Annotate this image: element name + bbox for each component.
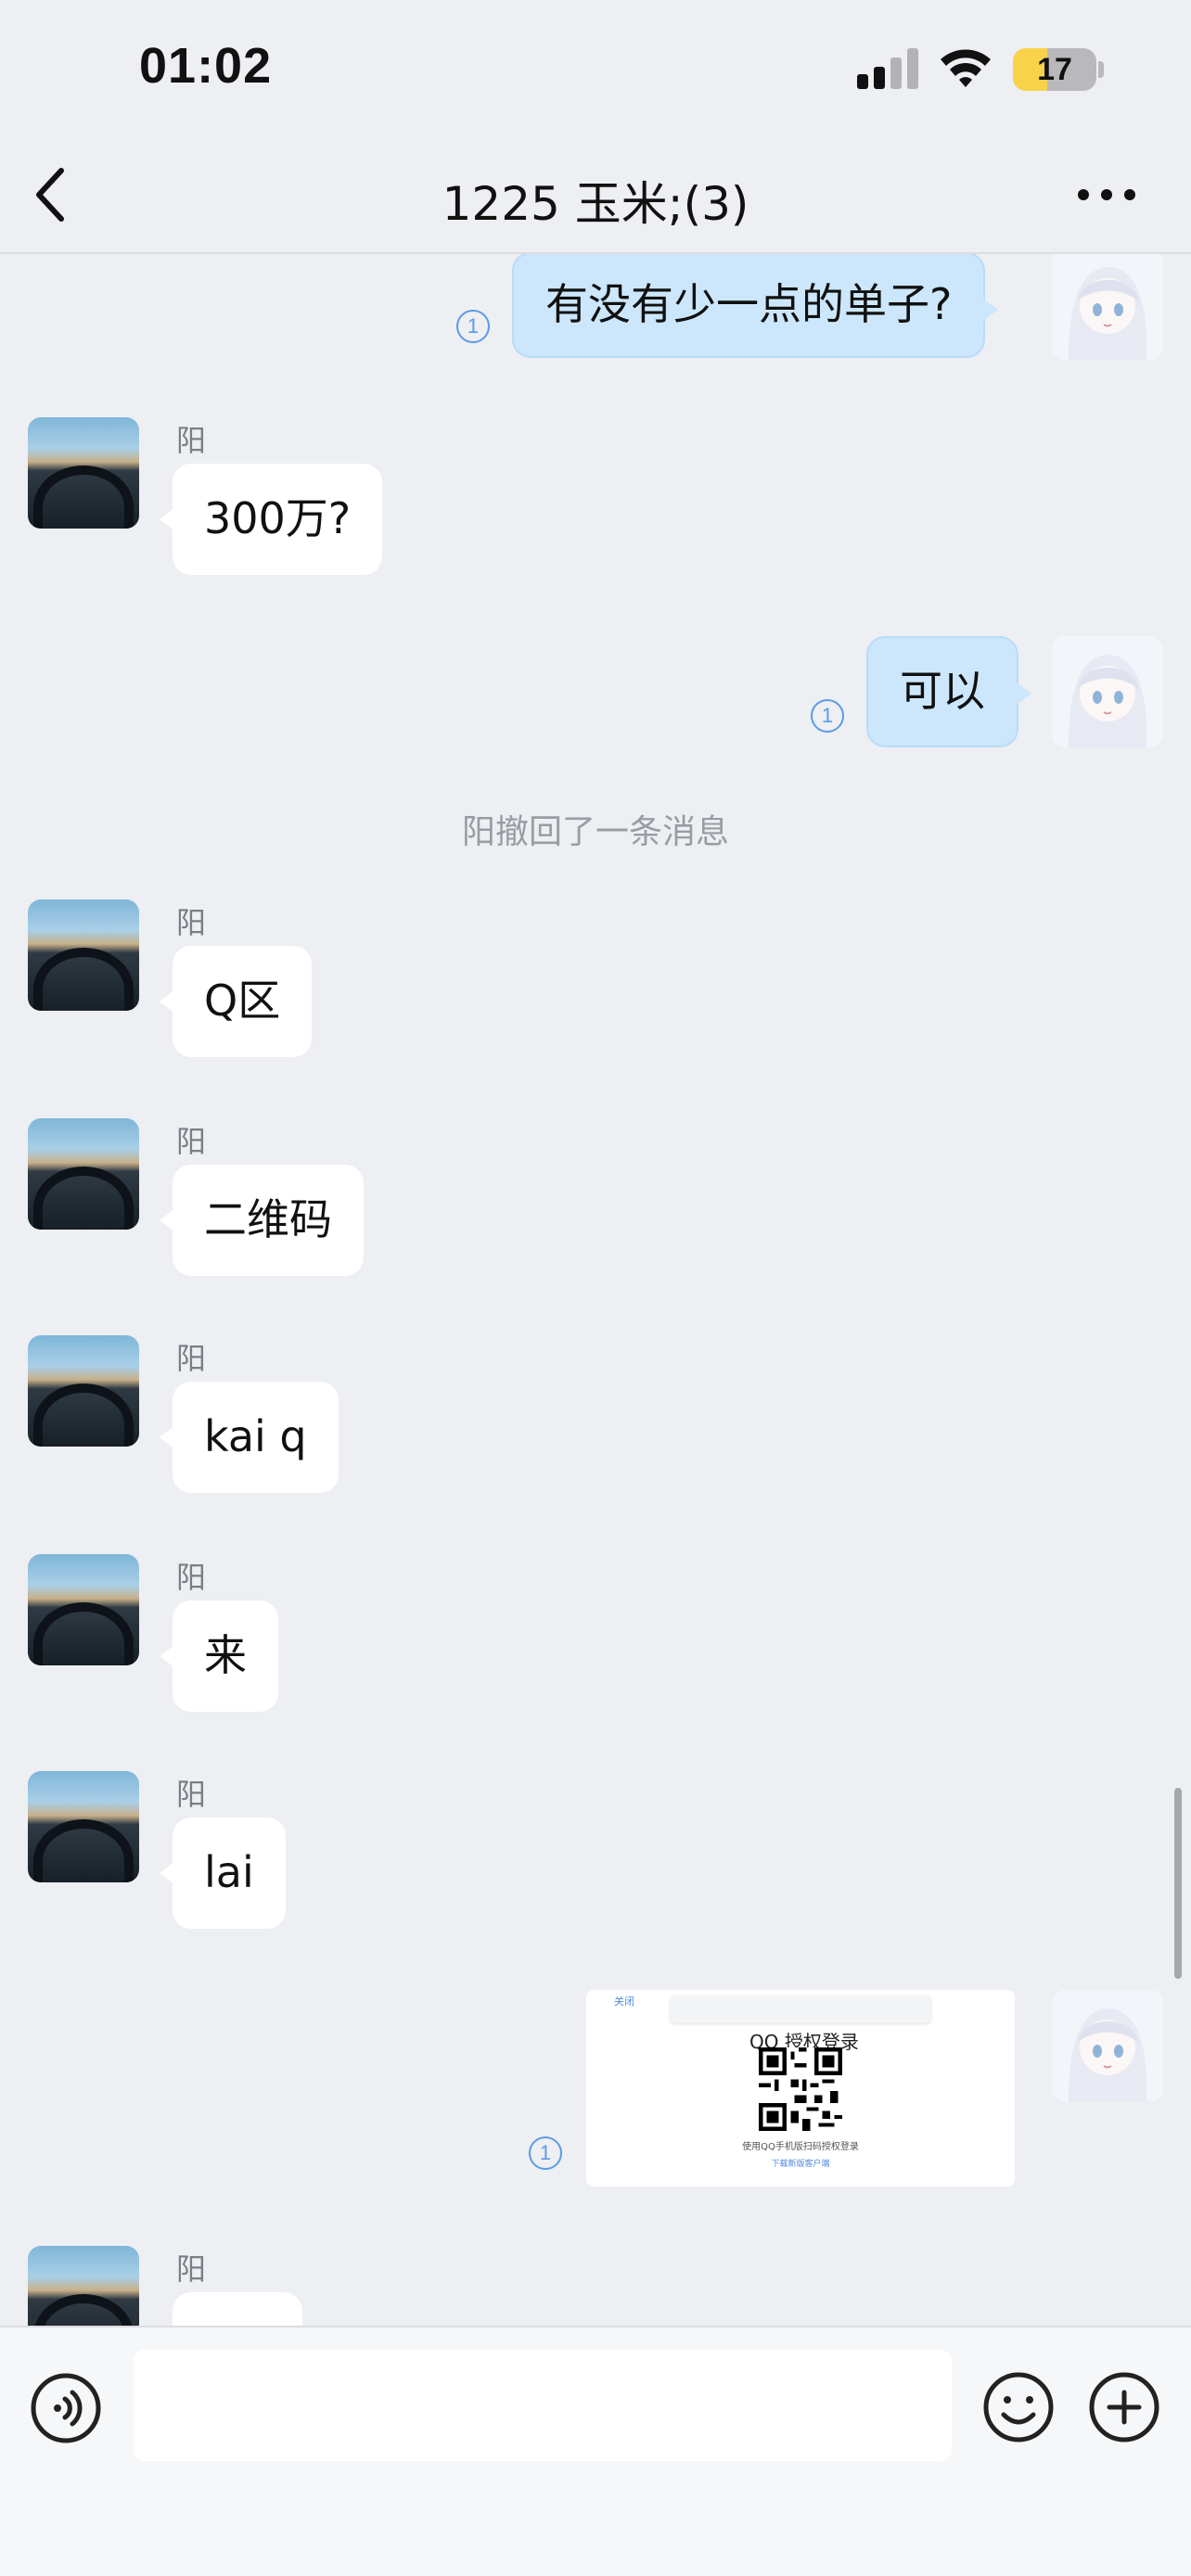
sender-name: 阳 bbox=[176, 1560, 207, 1595]
voice-input-icon[interactable] bbox=[30, 2372, 102, 2444]
read-receipt-badge[interactable]: 1 bbox=[811, 699, 844, 733]
message-text: 300万? bbox=[204, 493, 352, 544]
contact-avatar[interactable] bbox=[28, 1771, 139, 1882]
self-avatar[interactable] bbox=[1052, 636, 1163, 747]
status-bar: 01:02 17 bbox=[0, 0, 1191, 139]
message-text: kai q bbox=[204, 1411, 307, 1462]
outgoing-message-bubble[interactable]: 有没有少一点的单子? bbox=[512, 254, 999, 358]
contact-avatar[interactable] bbox=[28, 1554, 139, 1665]
add-attachment-icon[interactable] bbox=[1087, 2370, 1161, 2444]
message-text: 二维码 bbox=[204, 1194, 332, 1245]
incoming-message-bubble[interactable] bbox=[173, 2292, 302, 2326]
contact-avatar[interactable] bbox=[28, 1335, 139, 1447]
read-receipt-badge[interactable]: 1 bbox=[529, 2136, 562, 2170]
battery-icon: 17 bbox=[1013, 48, 1096, 91]
chat-title: 1225 玉米;(3) bbox=[442, 177, 749, 231]
anime-girl-avatar-icon bbox=[1052, 1990, 1163, 2101]
sender-name: 阳 bbox=[176, 1341, 207, 1376]
incoming-message-bubble[interactable]: lai bbox=[160, 1817, 286, 1929]
contact-avatar[interactable] bbox=[28, 899, 139, 1011]
incoming-message-bubble[interactable]: kai q bbox=[160, 1382, 339, 1493]
incoming-message-bubble[interactable]: Q区 bbox=[159, 946, 313, 1057]
image-caption: 使用QQ手机版扫码授权登录 bbox=[742, 2142, 859, 2152]
sender-name: 阳 bbox=[176, 1777, 207, 1812]
incoming-message-bubble[interactable]: 300万? bbox=[159, 464, 383, 575]
more-options-icon[interactable] bbox=[1065, 167, 1148, 223]
message-input[interactable] bbox=[134, 2350, 952, 2461]
self-avatar[interactable] bbox=[1052, 254, 1163, 360]
anime-girl-avatar-icon bbox=[1052, 254, 1163, 360]
message-text: Q区 bbox=[204, 976, 281, 1027]
sender-name: 阳 bbox=[176, 1124, 207, 1159]
battery-cap bbox=[1098, 61, 1104, 78]
self-avatar[interactable] bbox=[1052, 1990, 1163, 2101]
message-text: 有没有少一点的单子? bbox=[545, 279, 953, 330]
sender-name: 阳 bbox=[176, 905, 207, 940]
status-time: 01:02 bbox=[139, 38, 273, 94]
qr-screenshot-image[interactable]: 关闭 QQ 授权登录 使用QQ手机版扫码授权登录 下载新版客户端 bbox=[586, 1990, 1015, 2187]
contact-avatar[interactable] bbox=[28, 417, 139, 529]
sender-name: 阳 bbox=[176, 2251, 207, 2287]
qr-code-icon bbox=[759, 2047, 842, 2131]
image-download-link: 下载新版客户端 bbox=[771, 2160, 830, 2169]
outgoing-message-bubble[interactable]: 可以 bbox=[866, 636, 1031, 747]
sender-name: 阳 bbox=[176, 423, 207, 458]
wifi-icon bbox=[941, 49, 991, 87]
image-search-bar bbox=[670, 1996, 931, 2023]
contact-avatar[interactable] bbox=[28, 2246, 139, 2326]
message-composer bbox=[0, 2326, 1191, 2576]
incoming-message-bubble[interactable]: 来 bbox=[160, 1600, 278, 1712]
battery-percent: 17 bbox=[1037, 52, 1072, 87]
incoming-message-bubble[interactable]: 二维码 bbox=[160, 1165, 364, 1276]
message-text: 来 bbox=[204, 1630, 247, 1681]
chat-scrollbar[interactable] bbox=[1174, 1788, 1182, 1979]
emoji-icon[interactable] bbox=[981, 2370, 1056, 2444]
cellular-signal-icon bbox=[857, 48, 918, 89]
message-text: 可以 bbox=[900, 666, 985, 717]
contact-avatar[interactable] bbox=[28, 1118, 139, 1230]
anime-girl-avatar-icon bbox=[1052, 636, 1163, 747]
message-text: lai bbox=[204, 1847, 254, 1898]
chat-header: 1225 玉米;(3) bbox=[0, 139, 1191, 254]
chat-messages[interactable]: 1 有没有少一点的单子? 阳 300万? 1 可以 阳撤回了一条消息 阳 Q区 … bbox=[0, 254, 1191, 2326]
read-receipt-badge[interactable]: 1 bbox=[456, 310, 490, 343]
image-close-link: 关闭 bbox=[614, 1996, 634, 2008]
recall-notice: 阳撤回了一条消息 bbox=[461, 813, 729, 851]
